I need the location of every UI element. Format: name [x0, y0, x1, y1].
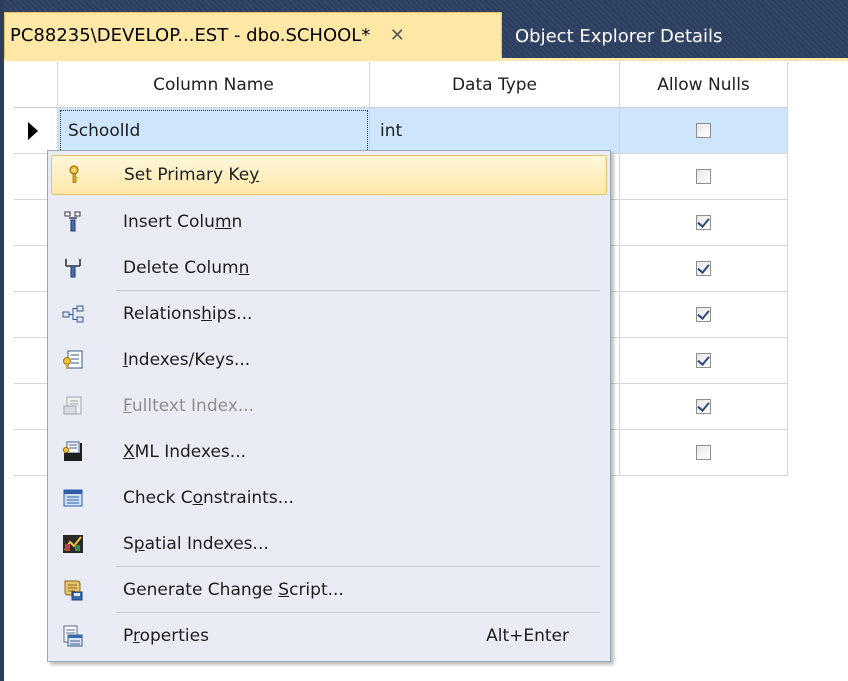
menu-item-relationships[interactable]: Relationships...	[51, 294, 607, 334]
tab-label: PC88235\DEVELOP...EST - dbo.SCHOOL*	[10, 25, 371, 46]
allow-nulls-checkbox[interactable]	[696, 307, 711, 322]
allow-nulls-cell	[620, 246, 788, 292]
menu-item-set-primary-key[interactable]: Set Primary Key	[51, 155, 607, 195]
properties-icon	[51, 625, 95, 647]
menu-item-check-constraints[interactable]: Check Constraints...	[51, 478, 607, 518]
table-row[interactable]: SchoolId int	[14, 108, 788, 154]
allow-nulls-checkbox[interactable]	[696, 169, 711, 184]
menu-item-label: Insert Column	[123, 212, 243, 232]
menu-item-label: Spatial Indexes...	[123, 534, 269, 554]
generate-script-icon	[51, 579, 95, 601]
menu-item-xml-indexes[interactable]: XML Indexes...	[51, 432, 607, 472]
row-selector-header	[14, 62, 58, 108]
insert-column-icon	[51, 211, 95, 233]
allow-nulls-checkbox[interactable]	[696, 353, 711, 368]
column-name-header: Column Name	[58, 62, 370, 108]
column-name-cell[interactable]: SchoolId	[58, 108, 370, 154]
tab-active-underline	[4, 58, 848, 61]
document-tab-strip: PC88235\DEVELOP...EST - dbo.SCHOOL* ✕ Ob…	[4, 0, 848, 58]
xml-indexes-icon	[51, 441, 95, 463]
allow-nulls-cell	[620, 154, 788, 200]
menu-item-label: Set Primary Key	[124, 165, 260, 185]
grid-header-row: Column Name Data Type Allow Nulls	[14, 62, 788, 108]
allow-nulls-cell	[620, 430, 788, 476]
relationships-icon	[51, 305, 95, 323]
tab-object-explorer-details[interactable]: Object Explorer Details	[507, 14, 730, 58]
allow-nulls-checkbox[interactable]	[696, 215, 711, 230]
check-constraints-icon	[51, 489, 95, 507]
current-row-arrow-icon	[28, 121, 38, 140]
menu-item-label: Properties	[123, 626, 209, 646]
allow-nulls-cell	[620, 292, 788, 338]
menu-item-properties[interactable]: Properties Alt+Enter	[51, 616, 607, 656]
tab-dbo-school[interactable]: PC88235\DEVELOP...EST - dbo.SCHOOL* ✕	[4, 12, 502, 58]
menu-item-label: Relationships...	[123, 304, 253, 324]
menu-item-shortcut: Alt+Enter	[486, 626, 569, 646]
allow-nulls-header: Allow Nulls	[620, 62, 788, 108]
key-icon	[52, 165, 96, 185]
spatial-indexes-icon	[51, 534, 95, 554]
menu-item-spatial-indexes[interactable]: Spatial Indexes...	[51, 524, 607, 564]
allow-nulls-checkbox[interactable]	[696, 261, 711, 276]
menu-item-label: Indexes/Keys...	[123, 350, 251, 370]
allow-nulls-cell	[620, 384, 788, 430]
menu-item-indexes-keys[interactable]: Indexes/Keys...	[51, 340, 607, 380]
data-type-header: Data Type	[370, 62, 620, 108]
menu-item-generate-change-script[interactable]: Generate Change Script...	[51, 570, 607, 610]
allow-nulls-checkbox[interactable]	[696, 399, 711, 414]
menu-item-label: Generate Change Script...	[123, 580, 344, 600]
delete-column-icon	[51, 257, 95, 279]
fulltext-index-icon	[51, 396, 95, 416]
menu-item-label: Delete Column	[123, 258, 250, 278]
context-menu: Set Primary Key Insert Column Delete Col…	[47, 150, 611, 662]
allow-nulls-cell	[620, 200, 788, 246]
allow-nulls-checkbox[interactable]	[696, 123, 711, 138]
menu-separator	[116, 612, 600, 613]
window-left-edge	[0, 0, 4, 681]
menu-item-label: Fulltext Index...	[123, 396, 255, 416]
indexes-keys-icon	[51, 350, 95, 370]
menu-item-insert-column[interactable]: Insert Column	[51, 202, 607, 242]
menu-item-fulltext-index[interactable]: Fulltext Index...	[51, 386, 607, 426]
allow-nulls-cell	[620, 108, 788, 154]
menu-item-delete-column[interactable]: Delete Column	[51, 248, 607, 288]
menu-item-label: Check Constraints...	[123, 488, 294, 508]
allow-nulls-cell	[620, 338, 788, 384]
menu-separator	[116, 566, 600, 567]
allow-nulls-checkbox[interactable]	[696, 445, 711, 460]
data-type-cell[interactable]: int	[370, 108, 620, 154]
menu-item-label: XML Indexes...	[123, 442, 247, 462]
menu-separator	[116, 290, 600, 291]
close-icon[interactable]: ✕	[386, 25, 408, 46]
row-selector[interactable]	[14, 108, 58, 154]
